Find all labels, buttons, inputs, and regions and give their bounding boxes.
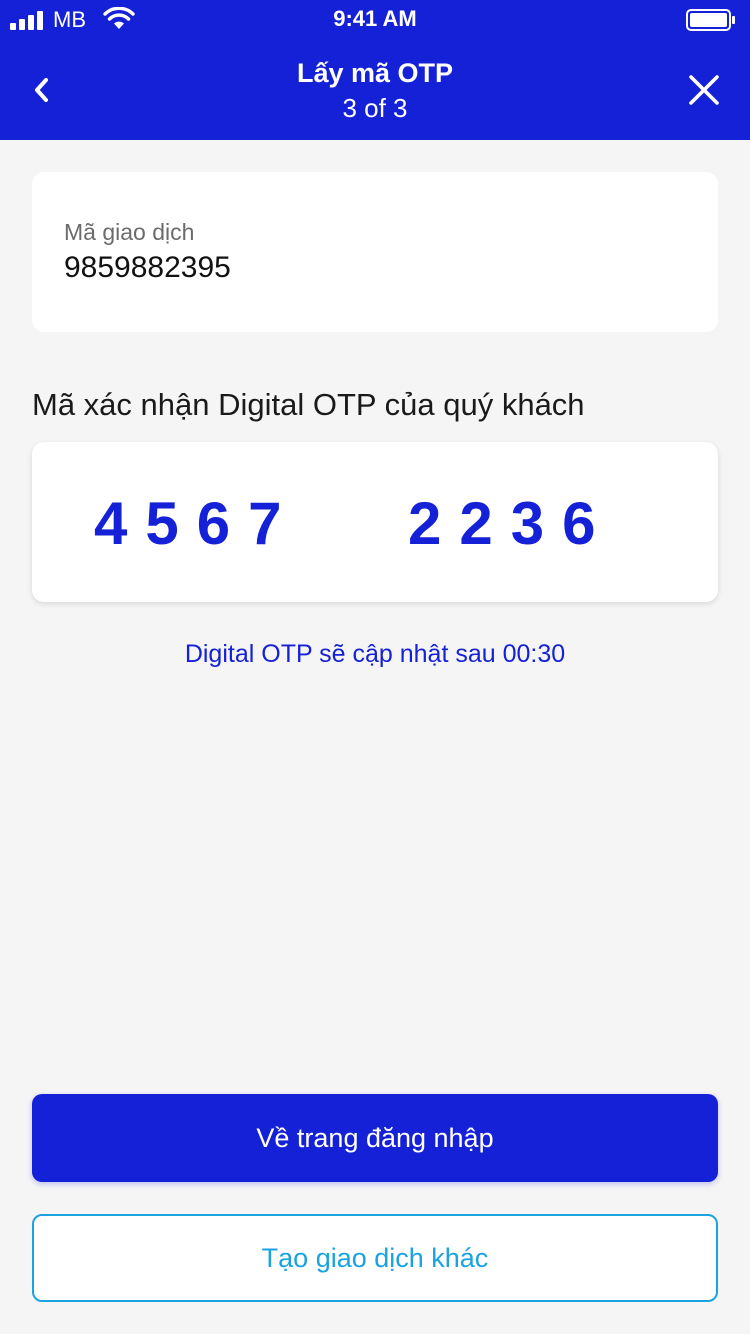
close-icon bbox=[689, 75, 719, 105]
otp-code-group-1: 4567 bbox=[94, 490, 300, 557]
otp-code-group-2: 2236 bbox=[408, 490, 614, 557]
transaction-id-label: Mã giao dịch bbox=[64, 219, 195, 245]
otp-refresh-countdown: Digital OTP sẽ cập nhật sau 00:30 bbox=[184, 640, 566, 668]
transaction-card: Mã giao dịch 9859882395 bbox=[32, 172, 718, 332]
page-title: Lấy mã OTP bbox=[296, 58, 454, 88]
app-header: MB 9:41 AM Lấy mã OTP 3 of 3 bbox=[0, 0, 750, 140]
status-time: 9:41 AM bbox=[333, 6, 417, 31]
battery-icon bbox=[686, 9, 735, 31]
chevron-left-icon bbox=[35, 78, 48, 102]
otp-code-card: 4567 2236 bbox=[32, 442, 718, 602]
back-button[interactable] bbox=[20, 66, 64, 114]
create-another-transaction-button[interactable]: Tạo giao dịch khác bbox=[32, 1214, 718, 1302]
otp-heading: Mã xác nhận Digital OTP của quý khách bbox=[32, 387, 585, 422]
transaction-id-value: 9859882395 bbox=[64, 251, 231, 284]
close-button[interactable] bbox=[680, 66, 728, 114]
step-indicator: 3 of 3 bbox=[342, 93, 408, 123]
status-bar: MB 9:41 AM bbox=[0, 0, 750, 40]
back-to-login-button[interactable]: Về trang đăng nhập bbox=[32, 1094, 718, 1182]
